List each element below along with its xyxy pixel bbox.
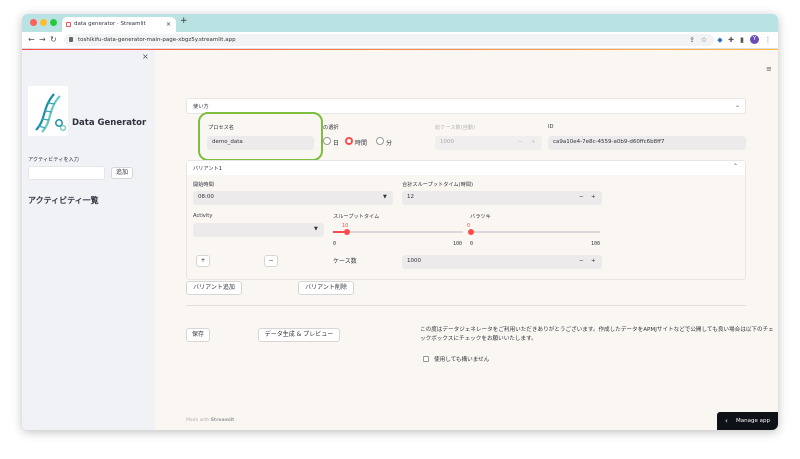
start-time-value: 08:00 — [198, 194, 214, 200]
footer-brand[interactable]: Streamlit — [211, 418, 235, 423]
address-bar[interactable]: toshikifu-data-generator-main-page-xbgz5… — [64, 34, 714, 46]
manage-app-button[interactable]: ‹ Manage app — [717, 412, 778, 430]
extension-icon[interactable]: ◆ — [716, 36, 724, 44]
variant-expander: バリアント1 ⌃ 開始時間 08:00 ▼ 合計スループットタイム(時間) 12… — [186, 160, 746, 280]
activity-select-label: Activity — [193, 213, 213, 219]
browser-window: data generator · Streamlit × + ← → ↻ tos… — [22, 14, 778, 430]
dna-logo-icon — [28, 86, 68, 136]
consent-checkbox[interactable] — [423, 356, 429, 362]
stepper-minus-icon[interactable]: − — [579, 255, 584, 268]
disabled-stepper-minus-icon: − — [518, 139, 523, 145]
browser-tab[interactable]: data generator · Streamlit × — [62, 17, 176, 32]
footer-made-with: Made with Streamlit — [186, 418, 234, 423]
profile-avatar[interactable]: Y — [750, 35, 759, 44]
new-tab-button[interactable]: + — [180, 16, 188, 26]
chevron-up-icon: ⌃ — [733, 163, 739, 170]
case-count-input[interactable]: 1000 − + — [402, 255, 602, 269]
share-icon[interactable]: ⇪ — [688, 36, 696, 44]
highlight-ring — [198, 112, 323, 161]
id-input[interactable]: ca9a10e4-7e8c-4559-a0b9-d60ffc6b8ff7 — [548, 136, 746, 150]
url-text: toshikifu-data-generator-main-page-xbgz5… — [78, 37, 236, 43]
stepper-minus-icon[interactable]: − — [579, 191, 584, 204]
activity-select[interactable]: ▼ — [193, 223, 324, 237]
consent-label: 使用しても構いません — [434, 357, 490, 363]
throughput-slider-handle[interactable] — [344, 229, 350, 235]
start-time-select[interactable]: 08:00 ▼ — [193, 191, 393, 205]
tab-bar: data generator · Streamlit × + — [22, 14, 778, 32]
unit-radio-day[interactable] — [323, 137, 331, 145]
throughput-slider-max: 100 — [453, 241, 463, 247]
notice-text: この度はデータジェネレータをご利用いただきありがとうございます。作成したデータを… — [420, 327, 774, 342]
add-variant-button[interactable]: バリアント追加 — [186, 281, 242, 295]
variance-slider-max: 100 — [591, 241, 601, 247]
start-time-label: 開始時間 — [193, 182, 214, 188]
unit-radio-minute[interactable] — [376, 137, 384, 145]
total-throughput-value: 12 — [407, 194, 414, 200]
dropdown-arrow-icon: ▼ — [383, 194, 387, 200]
unit-option-minute: 分 — [386, 140, 393, 147]
app-title: Data Generator — [72, 118, 147, 128]
forward-arrow-icon[interactable]: → — [39, 35, 46, 44]
case-count-value: 1000 — [407, 258, 421, 264]
activity-input[interactable] — [28, 166, 105, 180]
bookmark-star-icon[interactable]: ☆ — [700, 36, 708, 44]
case-count-auto-value: 1000 — [440, 139, 454, 145]
usage-expander-title: 使い方 — [193, 104, 209, 110]
variant-expander-title: バリアント1 — [193, 166, 223, 172]
hamburger-menu-icon[interactable]: ≡ — [766, 65, 772, 73]
chevron-left-icon: ‹ — [725, 417, 728, 425]
id-label: ID — [548, 124, 554, 130]
variance-slider-label: バラツキ — [470, 214, 491, 220]
case-count-auto-label: 総ケース数(自動) — [435, 125, 476, 131]
case-count-auto-input: 1000 − + — [435, 136, 542, 150]
generate-preview-button[interactable]: データ生成 & プレビュー — [258, 328, 340, 342]
case-count-label: ケース数 — [333, 258, 357, 265]
total-throughput-input[interactable]: 12 − + — [402, 191, 602, 205]
minimize-window-icon[interactable] — [40, 19, 47, 26]
throughput-slider-track[interactable] — [333, 229, 463, 235]
add-activity-row-button[interactable]: + — [196, 255, 210, 267]
stepper-plus-icon[interactable]: + — [591, 191, 596, 204]
back-arrow-icon[interactable]: ← — [28, 35, 35, 44]
throughput-slider-label: スループットタイム — [333, 214, 380, 220]
manage-app-label: Manage app — [736, 418, 770, 424]
chevron-down-icon: ⌄ — [735, 102, 741, 109]
divider — [186, 305, 746, 306]
puzzle-icon[interactable]: ✚ — [727, 36, 735, 44]
add-activity-button[interactable]: 追加 — [111, 167, 133, 179]
footer-prefix: Made with — [186, 418, 210, 423]
total-throughput-label: 合計スループットタイム(時間) — [402, 182, 474, 188]
throughput-slider-min: 0 — [333, 241, 337, 247]
activity-list-heading: アクティビティ一覧 — [28, 196, 99, 205]
stepper-plus-icon[interactable]: + — [591, 255, 596, 268]
unit-option-hour: 時間 — [355, 140, 368, 147]
lock-icon — [69, 37, 73, 42]
unit-select-label: の選択 — [323, 125, 339, 131]
unit-option-day: 日 — [333, 140, 340, 147]
variance-slider-handle[interactable] — [468, 229, 474, 235]
activity-input-label: アクティビティを入力 — [28, 157, 79, 163]
browser-toolbar: ← → ↻ toshikifu-data-generator-main-page… — [22, 32, 778, 49]
sidepanel-icon[interactable]: ▮ — [738, 36, 746, 44]
main-content: ≡ 使い方 ⌄ プロセス名 demo_data の選択 日 時間 分 総ケース数… — [155, 50, 778, 430]
save-button[interactable]: 保存 — [186, 328, 210, 342]
disabled-stepper-plus-icon: + — [531, 139, 536, 145]
delete-variant-button[interactable]: バリアント削除 — [298, 281, 354, 295]
tab-title: data generator · Streamlit — [74, 21, 146, 27]
reload-icon[interactable]: ↻ — [50, 35, 57, 44]
sidebar-close-icon[interactable]: × — [142, 52, 149, 61]
variance-slider-track[interactable] — [468, 229, 600, 235]
variant-expander-header[interactable]: バリアント1 ⌃ — [187, 161, 745, 175]
unit-radio-hour[interactable] — [345, 137, 353, 145]
dropdown-arrow-icon: ▼ — [314, 226, 318, 232]
tab-close-icon[interactable]: × — [166, 17, 171, 32]
streamlit-favicon-icon — [66, 22, 71, 27]
close-window-icon[interactable] — [30, 19, 37, 26]
sidebar: × Data Generator アクティビティを入力 追加 アクティビティ一覧 — [22, 50, 155, 430]
variance-slider-min: 0 — [470, 241, 474, 247]
maximize-window-icon[interactable] — [50, 19, 57, 26]
browser-menu-icon[interactable]: ⋮ — [764, 36, 772, 44]
remove-activity-row-button[interactable]: − — [264, 255, 278, 267]
